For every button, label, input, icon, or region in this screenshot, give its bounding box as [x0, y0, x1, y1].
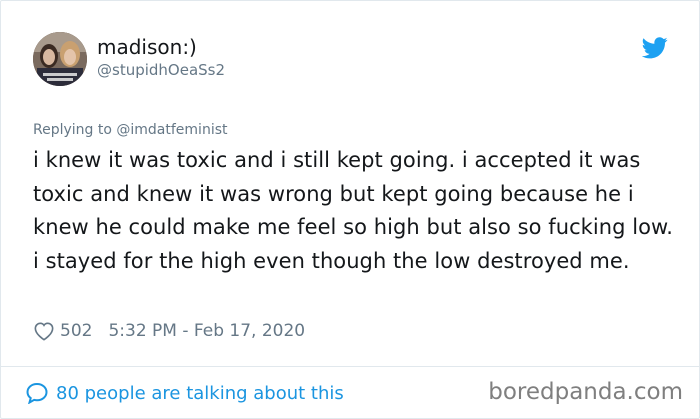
tweet-meta: 502 5:32 PM - Feb 17, 2020 — [33, 317, 305, 345]
avatar[interactable] — [33, 32, 87, 86]
conversation-link[interactable]: 80 people are talking about this — [25, 382, 344, 404]
reply-context: Replying to @imdatfeminist — [33, 120, 228, 140]
like-count[interactable]: 502 — [60, 321, 92, 341]
tweet-text: i knew it was toxic and i still kept goi… — [33, 148, 674, 273]
tweet-timestamp[interactable]: 5:32 PM - Feb 17, 2020 — [108, 321, 305, 341]
conversation-count-label[interactable]: 80 people are talking about this — [56, 383, 344, 404]
heart-outline-icon[interactable] — [33, 321, 55, 341]
twitter-bird-icon[interactable] — [642, 37, 668, 59]
user-handle[interactable]: @stupidhOeaSs2 — [97, 60, 225, 80]
display-name[interactable]: madison:) — [97, 35, 197, 59]
divider — [1, 366, 700, 367]
avatar-image — [33, 32, 87, 86]
reply-prefix: Replying to — [33, 122, 117, 138]
reply-mention-link[interactable]: @imdatfeminist — [116, 122, 227, 138]
watermark: boredpanda.com — [488, 379, 683, 405]
speech-bubble-icon — [26, 382, 48, 404]
tweet-card: madison:) @stupidhOeaSs2 Replying to @im… — [0, 0, 700, 419]
